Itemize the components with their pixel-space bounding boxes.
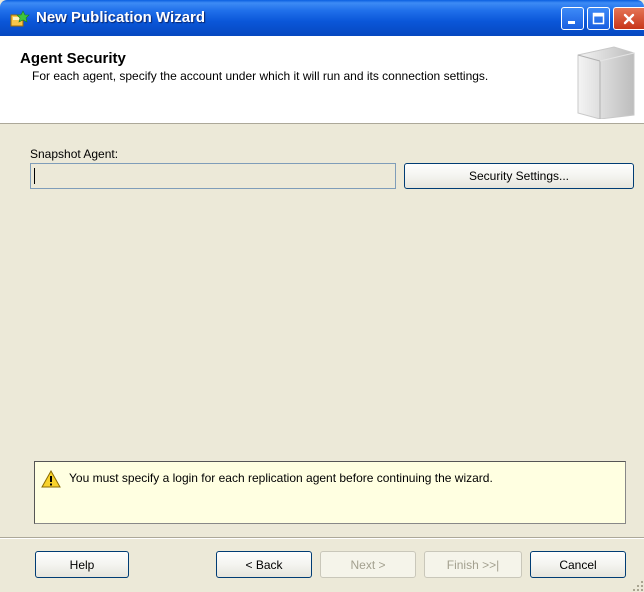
warning-message-box: You must specify a login for each replic… xyxy=(34,461,626,524)
window-title: New Publication Wizard xyxy=(36,9,206,26)
close-icon xyxy=(623,13,635,24)
wizard-app-icon xyxy=(10,10,30,27)
back-button[interactable]: < Back xyxy=(216,551,312,578)
minimize-button[interactable] xyxy=(561,7,584,30)
snapshot-agent-field[interactable] xyxy=(30,163,396,189)
text-caret xyxy=(34,168,35,184)
wizard-banner-graphic xyxy=(577,46,635,119)
next-button[interactable]: Next > xyxy=(320,551,416,578)
resize-grip-icon[interactable] xyxy=(632,580,644,592)
minimize-icon xyxy=(568,21,575,24)
finish-button[interactable]: Finish >>| xyxy=(424,551,522,578)
close-button[interactable] xyxy=(613,7,644,30)
warning-text: You must specify a login for each replic… xyxy=(69,471,493,485)
snapshot-agent-label: Snapshot Agent: xyxy=(30,147,119,161)
footer-separator xyxy=(0,537,644,539)
security-settings-button[interactable]: Security Settings... xyxy=(404,163,634,189)
wizard-header: Agent Security For each agent, specify t… xyxy=(0,36,644,124)
maximize-icon xyxy=(592,12,605,25)
title-bar[interactable]: New Publication Wizard xyxy=(0,0,644,36)
cancel-button[interactable]: Cancel xyxy=(530,551,626,578)
warning-icon xyxy=(41,470,61,488)
page-title: Agent Security xyxy=(20,50,126,67)
help-button[interactable]: Help xyxy=(35,551,129,578)
maximize-button[interactable] xyxy=(587,7,610,30)
page-description: For each agent, specify the account unde… xyxy=(32,69,489,83)
